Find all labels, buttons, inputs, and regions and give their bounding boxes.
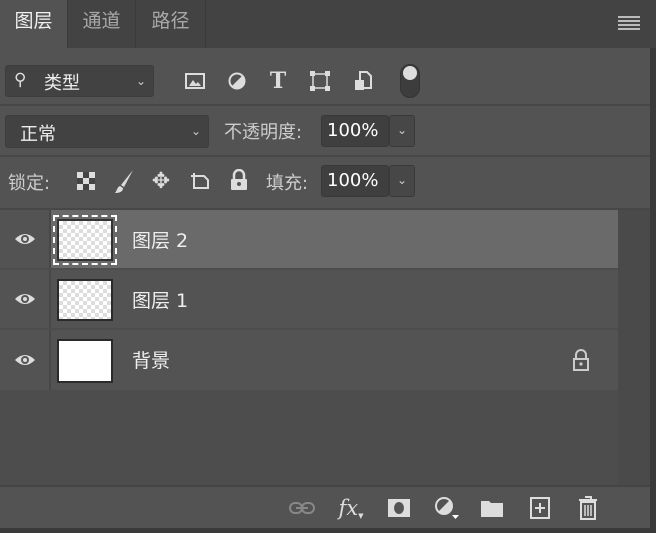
tab-layers[interactable]: 图层 <box>0 0 68 48</box>
chevron-down-icon: ⌄ <box>190 124 201 138</box>
layer-style-fx-button[interactable]: fx ▼ <box>338 495 364 521</box>
filter-row: ⚲ 类型 ⌄ T <box>0 48 650 106</box>
layer-name[interactable]: 背景 <box>132 346 170 373</box>
layer-name[interactable]: 图层 1 <box>132 286 188 313</box>
visibility-eye-icon[interactable] <box>0 210 51 268</box>
pixel-layer-filter-icon[interactable] <box>184 70 206 92</box>
fill-dropdown-button[interactable]: ⌄ <box>389 165 415 197</box>
filter-toggle-switch[interactable] <box>400 64 420 98</box>
layers-panel: ⚲ 类型 ⌄ T 正常 ⌄ 不透明度: 100% ⌄ 锁定: ✥ 填充: 100… <box>0 48 650 528</box>
blend-mode-value: 正常 <box>20 124 56 145</box>
layer-thumbnail <box>57 279 113 321</box>
type-layer-filter-icon[interactable]: T <box>267 68 289 94</box>
shape-layer-filter-icon[interactable] <box>309 70 331 92</box>
panel-tab-bar: 图层 通道 路径 <box>0 0 656 48</box>
smart-object-filter-icon[interactable] <box>352 70 374 92</box>
lock-transparent-pixels-icon[interactable] <box>75 170 97 192</box>
layers-bottom-toolbar: fx ▼ <box>0 485 650 528</box>
add-mask-icon[interactable] <box>386 495 412 521</box>
layer-locked-icon <box>571 349 591 371</box>
visibility-eye-icon[interactable] <box>0 330 51 390</box>
layer-row[interactable]: 图层 1 <box>0 270 618 328</box>
blend-row: 正常 ⌄ 不透明度: 100% ⌄ <box>0 108 650 157</box>
new-adjustment-layer-icon[interactable] <box>434 495 460 521</box>
filter-kind-label: 类型 <box>44 73 80 94</box>
lock-all-icon[interactable] <box>228 168 250 192</box>
tab-paths[interactable]: 路径 <box>136 0 206 48</box>
opacity-input[interactable]: 100% <box>321 115 389 147</box>
layer-thumbnail <box>53 215 117 265</box>
lock-artboard-icon[interactable] <box>189 170 213 192</box>
lock-label: 锁定: <box>8 173 51 194</box>
panel-menu-icon[interactable] <box>618 16 640 30</box>
visibility-eye-icon[interactable] <box>0 270 51 328</box>
layer-row[interactable]: 图层 2 <box>0 210 618 268</box>
new-layer-icon[interactable] <box>527 495 553 521</box>
lock-image-pixels-brush-icon[interactable] <box>112 169 136 195</box>
lock-position-move-icon[interactable]: ✥ <box>149 169 173 194</box>
fill-label: 填充: <box>266 173 309 194</box>
layer-name[interactable]: 图层 2 <box>132 226 188 253</box>
lock-row: 锁定: ✥ 填充: 100% ⌄ <box>0 159 650 210</box>
fill-input[interactable]: 100% <box>321 165 389 197</box>
opacity-label: 不透明度: <box>224 122 303 143</box>
new-group-folder-icon[interactable] <box>479 495 505 521</box>
blend-mode-select[interactable]: 正常 ⌄ <box>5 115 209 148</box>
fx-label: fx <box>338 496 359 520</box>
layer-row[interactable]: 背景 <box>0 330 618 390</box>
link-layers-icon[interactable] <box>289 495 315 521</box>
search-icon: ⚲ <box>14 70 27 90</box>
delete-layer-trash-icon[interactable] <box>575 495 601 521</box>
scrollbar-track[interactable] <box>618 210 650 485</box>
opacity-dropdown-button[interactable]: ⌄ <box>389 115 415 147</box>
tab-channels[interactable]: 通道 <box>68 0 136 48</box>
filter-kind-select[interactable]: ⚲ 类型 ⌄ <box>5 65 154 97</box>
adjustment-layer-filter-icon[interactable] <box>226 70 248 92</box>
layer-thumbnail <box>57 339 113 383</box>
chevron-down-icon: ⌄ <box>135 74 146 88</box>
